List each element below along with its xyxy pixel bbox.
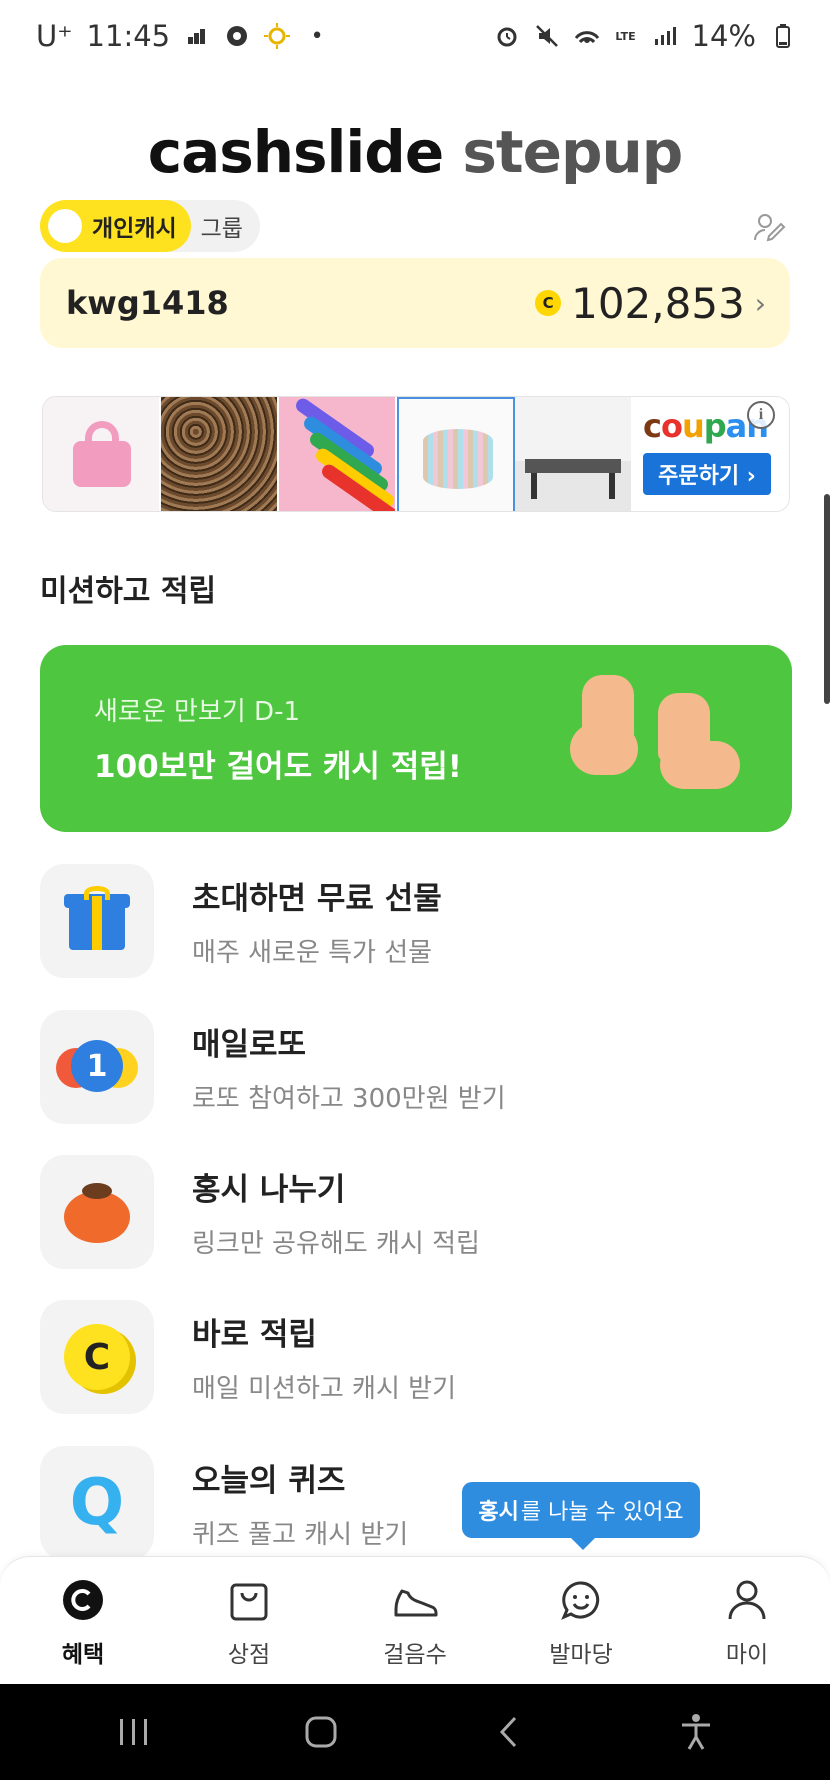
points-value: 102,853 [571, 278, 745, 328]
crib-shape [423, 429, 493, 489]
mission-title: 매일로또 [192, 1027, 307, 1063]
signal-bars-icon [184, 23, 210, 49]
chevron-right-icon: › [754, 286, 766, 320]
nav-steps[interactable]: 걸음수 [332, 1557, 498, 1684]
nav-label: 발마당 [549, 1642, 613, 1668]
toggle-personal-cash[interactable]: 개인캐시 [40, 200, 191, 252]
ad-product-seeds[interactable] [161, 397, 279, 511]
pedometer-promo-card[interactable]: 새로운 만보기 D-1 100보만 걸어도 캐시 적립! [40, 645, 792, 832]
toggle-knob [48, 209, 82, 243]
ad-product-crayons[interactable] [279, 397, 397, 511]
tooltip-bold-text: 홍시 [478, 1500, 519, 1525]
ad-info-icon[interactable]: i [747, 401, 775, 429]
nav-benefits[interactable]: 혜택 [0, 1557, 166, 1684]
carrier-label: U⁺ [36, 19, 73, 53]
mission-title: 초대하면 무료 선물 [192, 881, 442, 917]
mission-text: 초대하면 무료 선물 매주 새로운 특가 선물 [192, 873, 442, 969]
mission-desc: 매일 미션하고 캐시 받기 [192, 1374, 456, 1404]
coin-icon: C [40, 1300, 154, 1414]
toggle-personal-label: 개인캐시 [92, 216, 177, 242]
user-id: kwg1418 [66, 284, 229, 322]
bench-leg [531, 473, 537, 499]
lte-icon: LTE [615, 29, 636, 43]
mission-title: 오늘의 퀴즈 [192, 1463, 346, 1499]
back-icon[interactable] [479, 1702, 539, 1762]
mission-desc: 로또 참여하고 300만원 받기 [192, 1084, 506, 1114]
person-icon [724, 1577, 770, 1623]
benefit-coin-icon [60, 1577, 106, 1623]
hotspot-icon [574, 23, 600, 49]
status-bar: U⁺ 11:45 • LTE 14% [0, 0, 830, 72]
mission-instant-earn[interactable]: C 바로 적립 매일 미션하고 캐시 받기 [40, 1300, 800, 1414]
promo-title: 100보만 걸어도 캐시 적립! [94, 749, 462, 785]
mission-desc: 링크만 공유해도 캐시 적립 [192, 1229, 480, 1259]
brand-part-cashslide: cashslide [147, 118, 444, 186]
toggle-group[interactable]: 그룹 [191, 209, 243, 243]
nav-label: 마이 [725, 1642, 769, 1668]
sneaker-icon [392, 1577, 438, 1623]
bench-seat [525, 459, 621, 473]
recent-apps-icon[interactable] [104, 1702, 164, 1762]
mission-text: 매일로또 로또 참여하고 300만원 받기 [192, 1019, 506, 1115]
nav-my[interactable]: 마이 [664, 1557, 830, 1684]
home-icon[interactable] [291, 1702, 351, 1762]
mission-text: 홍시 나누기 링크만 공유해도 캐시 적립 [192, 1164, 480, 1260]
status-left: U⁺ 11:45 • [36, 19, 330, 53]
mission-invite-gift[interactable]: 초대하면 무료 선물 매주 새로운 특가 선물 [40, 864, 800, 978]
nav-label: 걸음수 [383, 1642, 447, 1668]
brand-part-stepup: stepup [462, 118, 683, 186]
clock: 11:45 [86, 19, 171, 53]
promo-subtitle: 새로운 만보기 D-1 [94, 697, 300, 727]
mission-title: 바로 적립 [192, 1317, 317, 1353]
persimmon-icon [40, 1155, 154, 1269]
ad-product-bag[interactable] [43, 397, 161, 511]
ad-product-bench[interactable] [515, 397, 633, 511]
sun-icon [264, 23, 291, 49]
ad-banner[interactable]: coupan 주문하기 › i [42, 396, 790, 512]
mission-desc: 매주 새로운 특가 선물 [192, 938, 433, 968]
aperture-icon [224, 23, 250, 49]
balance-card[interactable]: kwg1418 C 102,853 › [40, 258, 790, 348]
ad-product-crib[interactable] [397, 397, 515, 511]
points-display: C 102,853 › [535, 279, 766, 328]
mission-daily-lotto[interactable]: 1 매일로또 로또 참여하고 300만원 받기 [40, 1010, 800, 1124]
status-right: LTE 14% [494, 19, 796, 53]
tooltip-arrow [569, 1536, 597, 1550]
edit-profile-icon[interactable] [752, 210, 788, 246]
cash-mode-toggle[interactable]: 개인캐시 그룹 [40, 200, 260, 252]
chat-smile-icon [558, 1577, 604, 1623]
coupang-ad[interactable]: coupan 주문하기 › i [633, 397, 781, 511]
dot-icon: • [310, 23, 324, 49]
nav-label: 상점 [227, 1642, 271, 1668]
section-title: 미션하고 적립 [40, 574, 217, 609]
bench-leg [609, 473, 615, 499]
system-nav-bar [0, 1684, 830, 1780]
app-brand-title: cashslide stepup [0, 118, 830, 186]
battery-percent: 14% [691, 19, 756, 53]
accessibility-icon[interactable] [666, 1702, 726, 1762]
alarm-icon [494, 23, 520, 49]
bottom-nav: 혜택 상점 걸음수 발마당 마이 [0, 1556, 830, 1684]
nav-shop[interactable]: 상점 [166, 1557, 332, 1684]
mission-text: 바로 적립 매일 미션하고 캐시 받기 [192, 1309, 456, 1405]
persimmon-share-tooltip[interactable]: 홍시 를 나눌 수 있어요 [462, 1482, 700, 1538]
cell-signal-icon [652, 23, 678, 49]
quiz-icon: Q [40, 1446, 154, 1560]
shopping-bag-icon [226, 1577, 272, 1623]
lotto-ball-icon: 1 [40, 1010, 154, 1124]
cash-coin-icon: C [535, 290, 562, 316]
mission-title: 홍시 나누기 [192, 1172, 346, 1208]
order-button[interactable]: 주문하기 › [643, 453, 771, 495]
nav-community[interactable]: 발마당 [498, 1557, 664, 1684]
battery-icon [770, 23, 796, 49]
mute-icon [534, 23, 560, 49]
mission-share-persimmon[interactable]: 홍시 나누기 링크만 공유해도 캐시 적립 [40, 1155, 800, 1269]
scroll-indicator[interactable] [824, 494, 830, 704]
tooltip-text: 를 나눌 수 있어요 [520, 1500, 684, 1525]
nav-label: 혜택 [61, 1642, 105, 1668]
mission-desc: 퀴즈 풀고 캐시 받기 [192, 1520, 409, 1550]
bag-body [73, 441, 131, 487]
gift-icon [40, 864, 154, 978]
mission-text: 오늘의 퀴즈 퀴즈 풀고 캐시 받기 [192, 1455, 408, 1551]
